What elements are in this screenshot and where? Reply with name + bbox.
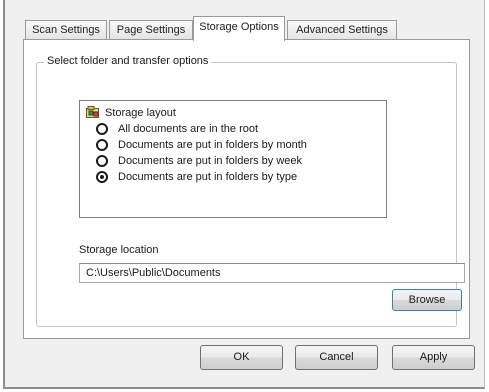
radio-button[interactable] (96, 123, 108, 135)
radio-label: Documents are put in folders by type (118, 171, 298, 183)
radio-option-month[interactable]: Documents are put in folders by month (96, 137, 307, 153)
tab-scan-settings[interactable]: Scan Settings (25, 20, 107, 39)
radio-button[interactable] (96, 155, 108, 167)
storage-options-panel: Select folder and transfer options Stora… (23, 39, 470, 339)
group-legend: Select folder and transfer options (44, 55, 212, 67)
storage-layout-header: Storage layout (86, 105, 176, 121)
tab-advanced-settings[interactable]: Advanced Settings (287, 20, 397, 39)
storage-location-label: Storage location (79, 244, 159, 256)
ok-button[interactable]: OK (200, 345, 283, 370)
storage-layout-title: Storage layout (105, 107, 176, 119)
storage-location-input[interactable]: C:\Users\Public\Documents (79, 263, 465, 283)
storage-layout-icon (86, 106, 100, 120)
radio-label: Documents are put in folders by month (118, 139, 307, 151)
radio-option-root[interactable]: All documents are in the root (96, 121, 258, 137)
radio-option-type[interactable]: Documents are put in folders by type (96, 169, 297, 185)
storage-options-dialog: Scan Settings Page Settings Storage Opti… (3, 0, 485, 389)
radio-button-selected[interactable] (96, 171, 108, 183)
tab-storage-options[interactable]: Storage Options (193, 16, 285, 41)
transfer-options-group: Select folder and transfer options Stora… (36, 55, 465, 327)
radio-button[interactable] (96, 139, 108, 151)
radio-label: Documents are put in folders by week (118, 155, 303, 167)
browse-button[interactable]: Browse (392, 289, 462, 311)
apply-button[interactable]: Apply (392, 345, 475, 370)
storage-layout-box: Storage layout All documents are in the … (79, 100, 387, 218)
cancel-button[interactable]: Cancel (295, 345, 378, 370)
radio-label: All documents are in the root (118, 123, 259, 135)
radio-option-week[interactable]: Documents are put in folders by week (96, 153, 302, 169)
tab-page-settings[interactable]: Page Settings (109, 20, 193, 39)
